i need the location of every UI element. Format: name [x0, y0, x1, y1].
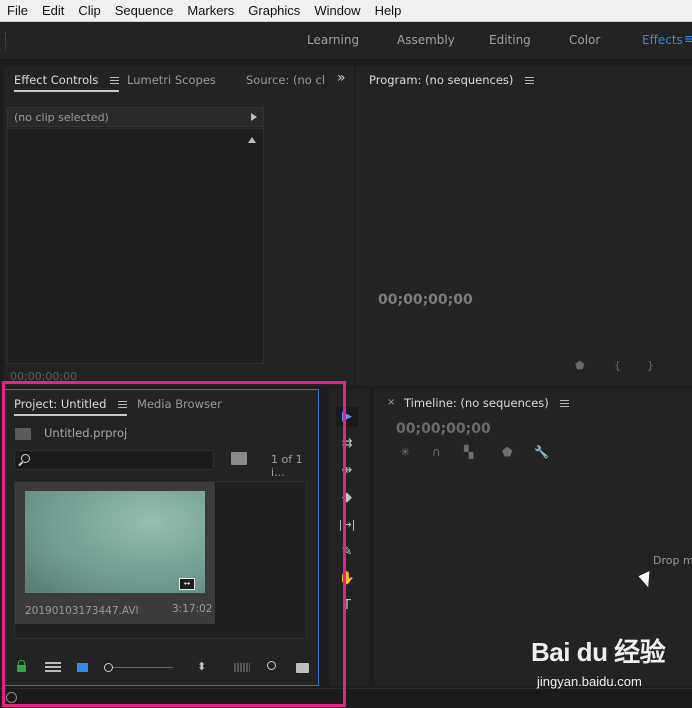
- marker-icon[interactable]: ⬟: [502, 445, 512, 459]
- render-status-icon: [6, 692, 17, 703]
- zoom-slider-knob[interactable]: [104, 663, 113, 672]
- panel-menu-icon[interactable]: [109, 75, 119, 86]
- clip-name: 20190103173447.AVI: [25, 605, 139, 617]
- workspace-effects[interactable]: Effects: [642, 33, 683, 47]
- add-marker-icon[interactable]: ⬟: [575, 359, 585, 372]
- watermark-logo: Bai du 经验: [531, 637, 666, 667]
- menu-file[interactable]: File: [0, 0, 35, 22]
- effect-controls-timecode[interactable]: 00;00;00;00: [10, 370, 77, 383]
- triangle-right-icon[interactable]: [251, 113, 257, 121]
- tab-timeline[interactable]: Timeline: (no sequences): [404, 396, 570, 410]
- project-bottom-toolbar: ⬍: [5, 652, 318, 682]
- program-timecode[interactable]: 00;00;00;00: [378, 292, 473, 308]
- menu-markers[interactable]: Markers: [180, 0, 241, 22]
- drop-media-hint: Drop m: [653, 554, 692, 567]
- linked-selection-icon[interactable]: ∩: [432, 445, 441, 459]
- workspace-learning[interactable]: Learning: [307, 33, 359, 47]
- menu-help[interactable]: Help: [368, 0, 409, 22]
- track-select-tool-icon[interactable]: ⇉: [336, 434, 358, 454]
- panel-menu-icon[interactable]: [560, 398, 570, 409]
- tab-source[interactable]: Source: (no cl: [246, 73, 325, 87]
- effect-controls-tabstrip: Effect Controls Lumetri Scopes Source: (…: [4, 66, 354, 92]
- program-monitor-panel: Program: (no sequences) 00;00;00;00 ⬟ { …: [356, 66, 692, 386]
- tab-project-label: Project: Untitled: [14, 397, 107, 411]
- icon-view-icon[interactable]: [77, 663, 88, 672]
- watermark-url: jingyan.baidu.com: [537, 674, 642, 689]
- clip-item[interactable]: ↔ 20190103173447.AVI 3:17:02: [15, 482, 215, 624]
- active-tab-underline: [14, 414, 128, 416]
- menu-graphics[interactable]: Graphics: [241, 0, 307, 22]
- slip-tool-icon[interactable]: |↔|: [336, 515, 358, 535]
- tab-media-browser[interactable]: Media Browser: [137, 397, 222, 411]
- program-tabstrip: Program: (no sequences): [356, 66, 692, 92]
- clip-thumbnail[interactable]: [25, 491, 205, 593]
- drag-grip-icon[interactable]: [5, 32, 8, 50]
- timeline-tabstrip: Timeline: (no sequences): [374, 389, 692, 415]
- tab-program[interactable]: Program: (no sequences): [369, 73, 535, 87]
- project-tabstrip: Project: Untitled Media Browser: [5, 390, 318, 416]
- menu-sequence[interactable]: Sequence: [108, 0, 181, 22]
- pen-tool-icon[interactable]: ✎: [336, 542, 358, 562]
- project-search-input[interactable]: [14, 450, 214, 470]
- sort-icon[interactable]: ⬍: [197, 660, 206, 673]
- effect-controls-area: [7, 128, 264, 364]
- tab-effect-controls-label: Effect Controls: [14, 73, 99, 87]
- lock-icon[interactable]: [17, 660, 26, 672]
- tab-effect-controls[interactable]: Effect Controls: [14, 73, 119, 92]
- timeline-title: Timeline: (no sequences): [404, 396, 549, 410]
- zoom-slider[interactable]: [104, 663, 173, 672]
- scroll-up-icon[interactable]: [248, 137, 256, 143]
- workspace-bar: Learning Assembly Editing Color Effects …: [0, 22, 692, 60]
- video-badge-icon: ↔: [179, 578, 195, 590]
- panel-overflow-icon[interactable]: »: [337, 70, 346, 86]
- project-panel: Project: Untitled Media Browser Untitled…: [4, 389, 319, 686]
- panel-menu-icon[interactable]: [525, 75, 535, 86]
- program-title: Program: (no sequences): [369, 73, 514, 87]
- razor-tool-icon[interactable]: ◆: [336, 488, 358, 508]
- tools-panel: ▶ ⇉ ⇹ ◆ |↔| ✎ ✋ T: [329, 389, 369, 686]
- mark-out-icon[interactable]: }: [647, 359, 654, 372]
- panel-menu-icon[interactable]: [118, 399, 128, 410]
- effect-controls-panel: Effect Controls Lumetri Scopes Source: (…: [4, 66, 354, 386]
- timeline-timecode[interactable]: 00;00;00;00: [396, 421, 491, 437]
- menu-window[interactable]: Window: [307, 0, 367, 22]
- project-file-icon: [15, 428, 31, 440]
- type-tool-icon[interactable]: T: [336, 596, 358, 616]
- snap-icon[interactable]: ✳: [400, 445, 410, 459]
- project-item-grid: ↔ 20190103173447.AVI 3:17:02: [14, 481, 307, 639]
- workspace-overflow-icon[interactable]: ≡: [684, 32, 692, 47]
- hand-tool-icon[interactable]: ✋: [336, 569, 358, 589]
- tab-project[interactable]: Project: Untitled: [14, 397, 128, 416]
- automate-to-sequence-icon[interactable]: [234, 663, 250, 672]
- mark-in-icon[interactable]: {: [614, 359, 621, 372]
- new-bin-icon[interactable]: [296, 663, 309, 673]
- menu-bar: File Edit Clip Sequence Markers Graphics…: [0, 0, 692, 22]
- search-icon: [21, 454, 30, 463]
- list-view-icon[interactable]: [45, 662, 61, 673]
- add-marker-icon[interactable]: ▚: [464, 445, 473, 459]
- menu-edit[interactable]: Edit: [35, 0, 71, 22]
- workspace-color[interactable]: Color: [569, 33, 600, 47]
- ripple-edit-tool-icon[interactable]: ⇹: [336, 461, 358, 481]
- clip-selector-label: (no clip selected): [14, 111, 109, 124]
- project-file-name: Untitled.prproj: [44, 426, 128, 440]
- workspace-assembly[interactable]: Assembly: [397, 33, 455, 47]
- selection-tool-icon[interactable]: ▶: [336, 407, 358, 427]
- tab-lumetri-scopes[interactable]: Lumetri Scopes: [127, 73, 216, 87]
- workspace-editing[interactable]: Editing: [489, 33, 531, 47]
- active-tab-underline: [14, 90, 119, 92]
- clip-selector[interactable]: (no clip selected): [7, 107, 264, 127]
- clip-duration: 3:17:02: [172, 603, 213, 615]
- find-icon[interactable]: [267, 661, 276, 670]
- wrench-icon[interactable]: 🔧: [534, 445, 549, 459]
- item-count: 1 of 1 i...: [271, 453, 303, 479]
- find-in-bin-icon[interactable]: [231, 452, 247, 465]
- baidu-watermark: Bai du 经验 jingyan.baidu.com: [531, 632, 671, 698]
- menu-clip[interactable]: Clip: [71, 0, 107, 22]
